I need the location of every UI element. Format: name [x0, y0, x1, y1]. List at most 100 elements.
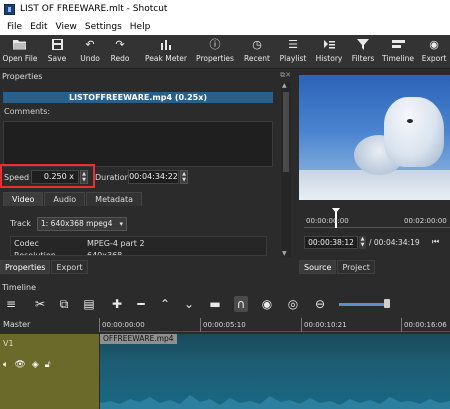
track-name: V1 — [3, 339, 14, 348]
playlist-button[interactable]: ☰ Playlist — [278, 37, 308, 67]
window-title: LIST OF FREEWARE.mlt - Shotcut — [20, 4, 168, 14]
scroll-down-icon[interactable]: ▼ — [282, 250, 287, 257]
copy-icon[interactable]: ⧉ — [57, 296, 71, 312]
timecode-row: 00:00:38:12 ▲ ▼ / 00:04:34:19 ⏮ — [304, 236, 450, 250]
recent-button[interactable]: ◷ Recent — [242, 37, 272, 67]
info-key: Codec — [14, 238, 39, 248]
ruler-label: 00:00:00:00 — [102, 321, 145, 329]
overwrite-icon[interactable]: ⌄ — [182, 296, 196, 312]
tab-project[interactable]: Project — [337, 260, 375, 274]
menu-help[interactable]: Help — [126, 22, 155, 32]
scroll-thumb[interactable] — [283, 92, 289, 172]
open-file-button[interactable]: Open File — [2, 37, 38, 67]
table-row: Resolution 640x368 — [11, 249, 266, 256]
properties-scrollbar[interactable]: ▲ ▼ — [281, 82, 291, 257]
menu-edit[interactable]: Edit — [26, 22, 51, 32]
tab-audio[interactable]: Audio — [44, 192, 86, 206]
ripple-delete-icon[interactable]: ━ — [134, 296, 148, 312]
menu-view[interactable]: View — [52, 22, 81, 32]
properties-button[interactable]: ⓘ Properties — [195, 37, 235, 67]
scroll-up-icon[interactable]: ▲ — [282, 82, 287, 89]
ruler-label: 00:00:16:06 — [404, 321, 447, 329]
lock-icon[interactable]: 🔓︎ — [45, 360, 51, 370]
dock-float-close-icon[interactable]: ⧉✕ — [280, 71, 291, 80]
ruler-label: 00:02:00:00 — [404, 217, 447, 225]
ruler-tick — [99, 318, 100, 332]
list-icon: ☰ — [288, 38, 298, 51]
tab-video[interactable]: Video — [3, 192, 44, 206]
comments-textarea[interactable] — [3, 121, 273, 167]
speed-label: Speed — [4, 173, 30, 182]
info-value: 640x368 — [87, 250, 123, 256]
undo-button[interactable]: ↶ Undo — [77, 37, 103, 67]
video-preview — [299, 75, 450, 200]
properties-dock-title: Properties — [2, 71, 43, 81]
export-button[interactable]: ◉ Export — [420, 37, 448, 67]
mute-icon[interactable]: 🔈︎ — [3, 360, 8, 370]
eye-icon[interactable]: 👁︎ — [14, 360, 25, 370]
clip-name-bar: LISTOFFREEWARE.mp4 (0.25x) — [3, 92, 273, 103]
append-icon[interactable]: ✚ — [110, 296, 124, 312]
redo-button[interactable]: ↷ Redo — [107, 37, 133, 67]
history-button[interactable]: History — [313, 37, 345, 67]
duration-spinner[interactable]: ▲ ▼ — [180, 170, 188, 184]
snap-magnet-icon[interactable]: ∩ — [234, 296, 248, 312]
speed-duration-row: Speed 0.250 x ▲ ▼ Duration 00:04:34:22 ▲ ▼ — [0, 164, 280, 188]
current-timecode-input[interactable]: 00:00:38:12 — [304, 236, 358, 249]
media-tabs: Video Audio Metadata — [3, 192, 143, 206]
composite-icon[interactable]: ◈ — [32, 360, 39, 370]
filters-button[interactable]: Filters — [350, 37, 376, 67]
menu-icon[interactable]: ≡ — [4, 296, 18, 312]
preview-figure — [384, 97, 444, 167]
ruler-label: 00:00:00:00 — [306, 217, 349, 225]
tab-source[interactable]: Source — [299, 260, 337, 274]
timeline-toolbar: ≡ ✂ ⧉ ▤ ✚ ━ ⌃ ⌄ ▬ ∩ ◉ ◎ ⊖ — [0, 294, 450, 314]
track-header-v1[interactable]: V1 🔈︎ 👁︎ ◈ 🔓︎ — [0, 334, 99, 409]
master-track-header: Master — [0, 318, 99, 332]
zoom-out-icon[interactable]: ⊖ — [313, 296, 327, 312]
menu-bar: File Edit View Settings Help — [0, 18, 450, 35]
cut-icon[interactable]: ✂ — [33, 296, 47, 312]
shotcut-app-icon — [4, 3, 15, 15]
player-scrub-ruler[interactable]: 00:00:00:00 00:02:00:00 — [304, 208, 450, 228]
timeline-ruler[interactable]: 00:00:00:00 00:00:05:10 00:00:10:21 00:0… — [99, 318, 450, 332]
track-controls: 🔈︎ 👁︎ ◈ 🔓︎ — [3, 360, 51, 370]
timeline-button[interactable]: Timeline — [382, 37, 414, 67]
ruler-tick — [301, 318, 302, 332]
tab-metadata[interactable]: Metadata — [86, 192, 143, 206]
ripple-icon[interactable]: ◎ — [286, 296, 300, 312]
export-icon: ◉ — [429, 38, 439, 51]
peak-meter-icon — [158, 37, 174, 52]
scrub-eye-icon[interactable]: ◉ — [260, 296, 274, 312]
lift-icon[interactable]: ⌃ — [158, 296, 172, 312]
total-duration: / 00:04:34:19 — [369, 238, 420, 247]
table-row: Codec MPEG-4 part 2 — [11, 237, 266, 249]
paste-icon[interactable]: ▤ — [82, 296, 96, 312]
save-button[interactable]: Save — [44, 37, 70, 67]
ruler-tick — [401, 318, 402, 332]
peak-meter-button[interactable]: Peak Meter — [142, 37, 190, 67]
tab-properties[interactable]: Properties — [0, 260, 51, 274]
track-select[interactable]: 1: 640x368 mpeg4 ▾ — [37, 217, 127, 231]
chevron-down-icon: ▾ — [119, 220, 123, 228]
menu-file[interactable]: File — [3, 22, 26, 32]
tab-export[interactable]: Export — [51, 260, 88, 274]
skip-to-start-icon[interactable]: ⏮ — [432, 237, 439, 247]
menu-settings[interactable]: Settings — [81, 22, 126, 32]
track-select-value: 1: 640x368 mpeg4 — [41, 219, 113, 228]
ruler-label: 00:00:10:21 — [304, 321, 347, 329]
media-info-table: Codec MPEG-4 part 2 Resolution 640x368 — [10, 236, 267, 256]
timecode-spinner[interactable]: ▲ ▼ — [359, 236, 366, 249]
zoom-slider-track[interactable] — [339, 303, 389, 306]
player-tabs: Source Project — [299, 260, 376, 274]
duration-input[interactable]: 00:04:34:22 — [128, 170, 179, 184]
title-bar: LIST OF FREEWARE.mlt - Shotcut — [0, 0, 450, 18]
zoom-slider-handle[interactable] — [384, 299, 390, 308]
speed-spinner[interactable]: ▲ ▼ — [80, 170, 88, 184]
timeline-icon — [390, 37, 406, 52]
undo-icon: ↶ — [85, 38, 95, 51]
speed-input[interactable]: 0.250 x — [31, 170, 79, 184]
split-icon[interactable]: ▬ — [208, 296, 222, 312]
timeline-clip[interactable]: OFFREEWARE.mp4 — [100, 334, 450, 409]
redo-icon: ↷ — [115, 38, 125, 51]
